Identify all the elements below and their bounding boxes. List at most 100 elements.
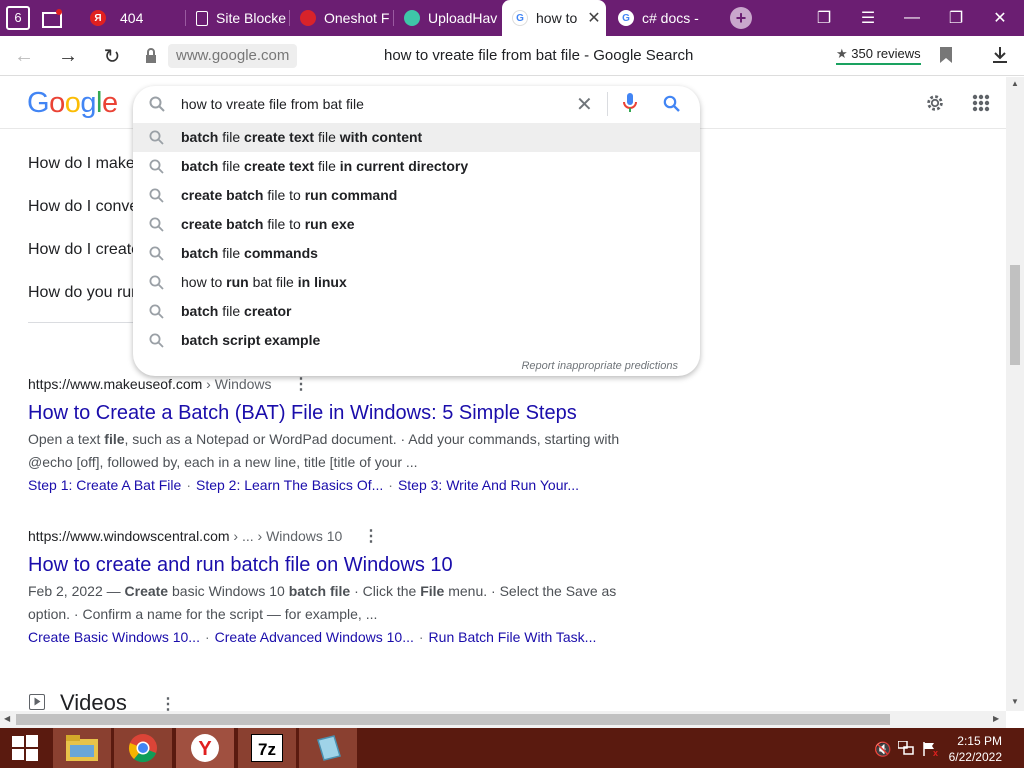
back-arrow-icon[interactable]: ← bbox=[12, 44, 36, 68]
voice-search-mic-icon[interactable] bbox=[623, 93, 637, 118]
tab-how-to[interactable]: G how to ✕ bbox=[502, 0, 606, 36]
action-center-flag-icon[interactable]: x bbox=[922, 741, 938, 762]
google-icon: G bbox=[512, 10, 528, 26]
search-input[interactable]: how to vreate file from bat file bbox=[181, 96, 364, 112]
vertical-scrollbar[interactable]: ▲ ▼ bbox=[1006, 77, 1024, 711]
suggestion-item[interactable]: how to run bat file in linux bbox=[133, 268, 700, 297]
reviews-badge[interactable]: ★ 350 reviews bbox=[836, 46, 921, 65]
reload-icon[interactable]: ↻ bbox=[100, 44, 124, 68]
suggestion-item[interactable]: batch file create text file in current d… bbox=[133, 152, 700, 181]
suggestion-item[interactable]: batch file commands bbox=[133, 239, 700, 268]
tab-oneshot[interactable]: Oneshot F bbox=[290, 0, 394, 36]
related-question[interactable]: How do I conve bbox=[28, 198, 138, 216]
chrome-icon[interactable] bbox=[114, 728, 172, 768]
volume-muted-icon[interactable]: 🔇 bbox=[874, 741, 891, 758]
suggestion-text: how to run bat file in linux bbox=[181, 274, 347, 290]
tab-404[interactable]: Я 404 bbox=[82, 0, 186, 36]
suggestion-text: create batch file to run command bbox=[181, 187, 398, 203]
apps-grid-icon[interactable] bbox=[972, 94, 990, 117]
tab-csharp-docs[interactable]: G c# docs - bbox=[608, 0, 712, 36]
search-icon bbox=[149, 275, 164, 293]
file-explorer-icon[interactable] bbox=[53, 728, 111, 768]
suggestion-text: batch file create text file in current d… bbox=[181, 158, 469, 174]
notepad-icon[interactable] bbox=[299, 728, 357, 768]
result-sitelinks: Create Basic Windows 10... · Create Advanc… bbox=[28, 629, 597, 645]
minimize-button[interactable]: — bbox=[890, 0, 934, 36]
horizontal-scrollbar[interactable]: ◀ ▶ bbox=[0, 711, 1006, 728]
search-icon bbox=[149, 130, 164, 148]
related-question[interactable]: How do I make bbox=[28, 155, 135, 173]
horizontal-scroll-thumb[interactable] bbox=[16, 714, 890, 725]
sitelink[interactable]: Step 3: Write And Run Your... bbox=[398, 477, 579, 493]
system-clock[interactable]: 2:15 PM 6/22/2022 bbox=[949, 733, 1002, 765]
report-predictions-link[interactable]: Report inappropriate predictions bbox=[521, 360, 678, 372]
suggestion-text: batch script example bbox=[181, 332, 321, 348]
search-icon bbox=[149, 304, 164, 322]
result-url[interactable]: https://www.makeuseof.com › Windows bbox=[28, 376, 272, 392]
vertical-scroll-thumb[interactable] bbox=[1010, 265, 1020, 365]
tab-label: how to bbox=[536, 10, 578, 26]
result-url[interactable]: https://www.windowscentral.com › ... › W… bbox=[28, 528, 342, 544]
windows-start-icon[interactable] bbox=[0, 728, 50, 768]
close-tab-icon[interactable]: ✕ bbox=[587, 8, 600, 28]
7zip-icon[interactable]: 7z bbox=[238, 728, 296, 768]
scroll-right-arrow-icon[interactable]: ▶ bbox=[993, 714, 999, 723]
browser-tab-bar: 6 Я 404 Site Blocke Oneshot F UploadHav … bbox=[0, 0, 1024, 36]
menu-icon[interactable]: ☰ bbox=[846, 0, 890, 36]
tab-label: Oneshot F bbox=[324, 10, 390, 26]
forward-arrow-icon[interactable]: → bbox=[56, 44, 80, 68]
clear-search-icon[interactable]: ✕ bbox=[576, 92, 593, 117]
bookmark-icon[interactable] bbox=[940, 47, 952, 68]
tab-label: Site Blocke bbox=[216, 10, 287, 26]
lock-icon[interactable] bbox=[144, 48, 158, 69]
more-options-icon[interactable]: ⋮ bbox=[293, 374, 309, 394]
scroll-down-arrow-icon[interactable]: ▼ bbox=[1011, 697, 1019, 706]
search-icon bbox=[149, 159, 164, 177]
bookmarks-folder-icon[interactable] bbox=[42, 8, 64, 28]
divider bbox=[28, 322, 138, 323]
close-window-button[interactable]: ✕ bbox=[978, 0, 1022, 36]
page-title: how to vreate file from bat file - Googl… bbox=[384, 47, 694, 64]
scroll-left-arrow-icon[interactable]: ◀ bbox=[4, 714, 10, 723]
network-icon[interactable] bbox=[897, 740, 914, 760]
star-icon: ★ bbox=[836, 46, 848, 61]
related-question[interactable]: How do you rur bbox=[28, 284, 137, 302]
download-icon[interactable] bbox=[992, 46, 1008, 69]
scroll-up-arrow-icon[interactable]: ▲ bbox=[1011, 79, 1019, 88]
new-tab-button[interactable]: + bbox=[730, 7, 752, 29]
collections-icon[interactable]: ❐ bbox=[802, 0, 846, 36]
sitelink[interactable]: Step 2: Learn The Basics Of... bbox=[196, 477, 383, 493]
sitelink[interactable]: Step 1: Create A Bat File bbox=[28, 477, 181, 493]
google-logo[interactable]: Google bbox=[27, 87, 118, 120]
result-title[interactable]: How to Create a Batch (BAT) File in Wind… bbox=[28, 402, 577, 425]
yandex-browser-icon[interactable]: Y bbox=[176, 728, 234, 768]
yandex-home-icon[interactable]: 6 bbox=[6, 6, 30, 30]
tab-label: UploadHav bbox=[428, 10, 498, 26]
suggestion-item[interactable]: create batch file to run command bbox=[133, 181, 700, 210]
suggestion-item[interactable]: batch script example bbox=[133, 326, 700, 355]
search-box: how to vreate file from bat file ✕ batch… bbox=[133, 86, 700, 376]
suggestion-item[interactable]: batch file create text file with content bbox=[133, 123, 700, 152]
sitelink[interactable]: Create Basic Windows 10... bbox=[28, 629, 200, 645]
tab-site-blocker[interactable]: Site Blocke bbox=[186, 0, 290, 36]
url-field[interactable]: www.google.com bbox=[168, 44, 298, 68]
suggestion-item[interactable]: batch file creator bbox=[133, 297, 700, 326]
suggestion-text: batch file creator bbox=[181, 303, 292, 319]
google-search-icon[interactable] bbox=[663, 95, 680, 117]
divider bbox=[607, 92, 608, 116]
sitelink[interactable]: Run Batch File With Task... bbox=[429, 629, 597, 645]
related-question[interactable]: How do I create bbox=[28, 241, 140, 259]
sitelink[interactable]: Create Advanced Windows 10... bbox=[215, 629, 414, 645]
search-icon bbox=[149, 217, 164, 235]
address-bar: ← → ↻ www.google.com how to vreate file … bbox=[0, 36, 1024, 76]
result-sitelinks: Step 1: Create A Bat File · Step 2: Learn … bbox=[28, 477, 580, 493]
result-title[interactable]: How to create and run batch file on Wind… bbox=[28, 554, 453, 577]
suggestion-item[interactable]: create batch file to run exe bbox=[133, 210, 700, 239]
tab-uploadhaven[interactable]: UploadHav bbox=[394, 0, 498, 36]
restore-button[interactable]: ❐ bbox=[934, 0, 978, 36]
suggestion-text: batch file create text file with content bbox=[181, 129, 423, 145]
cloud-icon bbox=[404, 10, 420, 26]
more-options-icon[interactable]: ⋮ bbox=[363, 526, 379, 546]
settings-gear-icon[interactable] bbox=[924, 92, 946, 119]
search-icon bbox=[149, 96, 165, 117]
